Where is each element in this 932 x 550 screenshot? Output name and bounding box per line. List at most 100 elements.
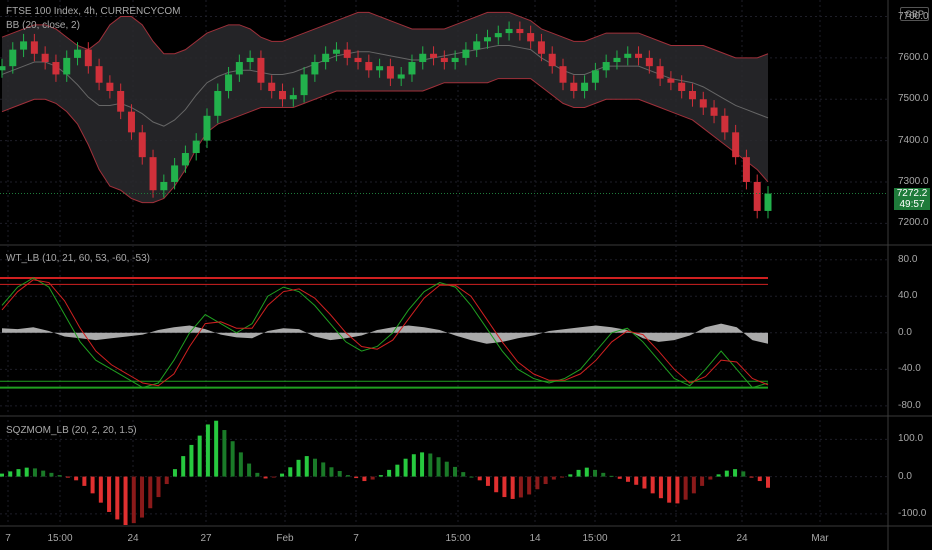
squeeze-bar <box>0 473 4 477</box>
squeeze-bar <box>551 476 556 480</box>
y-tick-label: 7200.0 <box>898 217 929 229</box>
squeeze-bar <box>617 476 622 479</box>
squeeze-bar <box>749 476 754 478</box>
candle-body <box>30 41 38 54</box>
candle-body <box>332 49 340 54</box>
x-tick-label: 15:00 <box>445 533 471 544</box>
y-tick-label: 100.0 <box>898 433 924 445</box>
candle-body <box>570 82 578 91</box>
candle-body <box>95 66 103 83</box>
candle-body <box>678 82 686 91</box>
squeeze-bar <box>560 476 565 478</box>
y-tick-label: -40.0 <box>898 363 921 375</box>
squeeze-bar <box>354 476 359 479</box>
y-tick-label: 7400.0 <box>898 134 929 146</box>
candle-body <box>149 157 157 191</box>
squeeze-bar <box>609 475 614 477</box>
candle-body <box>343 49 351 58</box>
squeeze-bar <box>535 476 540 490</box>
x-tick-label: 7 <box>353 533 359 544</box>
candle-body <box>214 90 222 116</box>
candle-body <box>0 66 6 71</box>
squeeze-bar <box>411 454 416 477</box>
x-tick-label: 7 <box>5 533 11 544</box>
candle-body <box>721 115 729 133</box>
squeeze-bar <box>700 476 705 486</box>
squeeze-bar <box>337 471 342 477</box>
candle-body <box>635 53 643 58</box>
candle-body <box>41 53 49 63</box>
wt-indicator-label: WT_LB (10, 21, 60, 53, -60, -53) <box>6 253 150 264</box>
x-tick-label: Mar <box>811 533 829 544</box>
candle-body <box>430 53 438 58</box>
squeeze-bar <box>593 469 598 477</box>
squeeze-bar <box>296 459 301 477</box>
y-tick-label: 7500.0 <box>898 93 929 105</box>
squeeze-bar <box>280 473 285 477</box>
candle-body <box>127 111 135 133</box>
squeeze-bar <box>148 476 153 509</box>
candle-body <box>235 62 243 75</box>
candle-body <box>289 95 297 100</box>
squeeze-bar <box>304 456 309 477</box>
candle-body <box>462 49 470 58</box>
chart-title: FTSE 100 Index, 4h, CURRENCYCOM <box>6 6 181 17</box>
squeeze-bar <box>502 476 507 498</box>
candle-body <box>516 28 524 34</box>
candle-body <box>473 41 481 50</box>
squeeze-bar <box>650 476 655 494</box>
squeeze-bar <box>41 470 46 477</box>
candle-body <box>613 57 621 63</box>
squeeze-bar <box>16 469 21 477</box>
candle-body <box>257 57 265 83</box>
y-tick-label: -100.0 <box>898 507 927 519</box>
squeeze-bar <box>24 467 29 477</box>
squeeze-bar <box>222 430 227 477</box>
candle-body <box>138 132 146 158</box>
candle-body <box>52 62 60 75</box>
squeeze-bar <box>461 472 466 477</box>
squeeze-bar <box>189 444 194 477</box>
squeeze-bar <box>658 476 663 499</box>
candle-body <box>527 33 535 42</box>
candle-body <box>732 132 740 158</box>
candle-body <box>591 70 599 83</box>
candle-body <box>408 62 416 75</box>
squeeze-bar <box>453 466 458 477</box>
candle-body <box>764 193 772 211</box>
x-tick-label: 27 <box>200 533 212 544</box>
squeeze-bar <box>420 452 425 477</box>
squeeze-bar <box>288 467 293 477</box>
candle-body <box>9 49 17 67</box>
y-tick-label: 7600.0 <box>898 51 929 63</box>
squeeze-bar <box>634 476 639 485</box>
sqz-indicator-label: SQZMOM_LB (20, 2, 20, 1.5) <box>6 425 137 436</box>
bb-indicator-label: BB (20, close, 2) <box>6 20 80 31</box>
squeeze-bar <box>485 476 490 486</box>
candle-body <box>225 74 233 91</box>
candle-body <box>386 66 394 79</box>
y-tick-label: -80.0 <box>898 399 921 411</box>
squeeze-bar <box>238 452 243 477</box>
x-tick-label: Feb <box>276 533 294 544</box>
candle-body <box>397 74 405 79</box>
y-tick-label: 40.0 <box>898 290 918 302</box>
squeeze-bar <box>263 476 268 479</box>
squeeze-bar <box>444 461 449 477</box>
squeeze-bar <box>107 476 112 512</box>
x-tick-label: 14 <box>529 533 541 544</box>
candle-body <box>171 165 179 182</box>
candle-body <box>710 107 718 116</box>
squeeze-bar <box>469 476 474 478</box>
squeeze-bar <box>65 476 70 478</box>
squeeze-bar <box>140 476 145 518</box>
candle-body <box>494 33 502 38</box>
candle-body <box>84 49 92 67</box>
candle-body <box>559 66 567 83</box>
squeeze-bar <box>98 476 103 503</box>
candle-body <box>602 62 610 71</box>
squeeze-bar <box>181 456 186 477</box>
last-price: 7272.2 <box>896 188 928 199</box>
squeeze-bar <box>230 441 235 477</box>
squeeze-bar <box>494 476 499 493</box>
